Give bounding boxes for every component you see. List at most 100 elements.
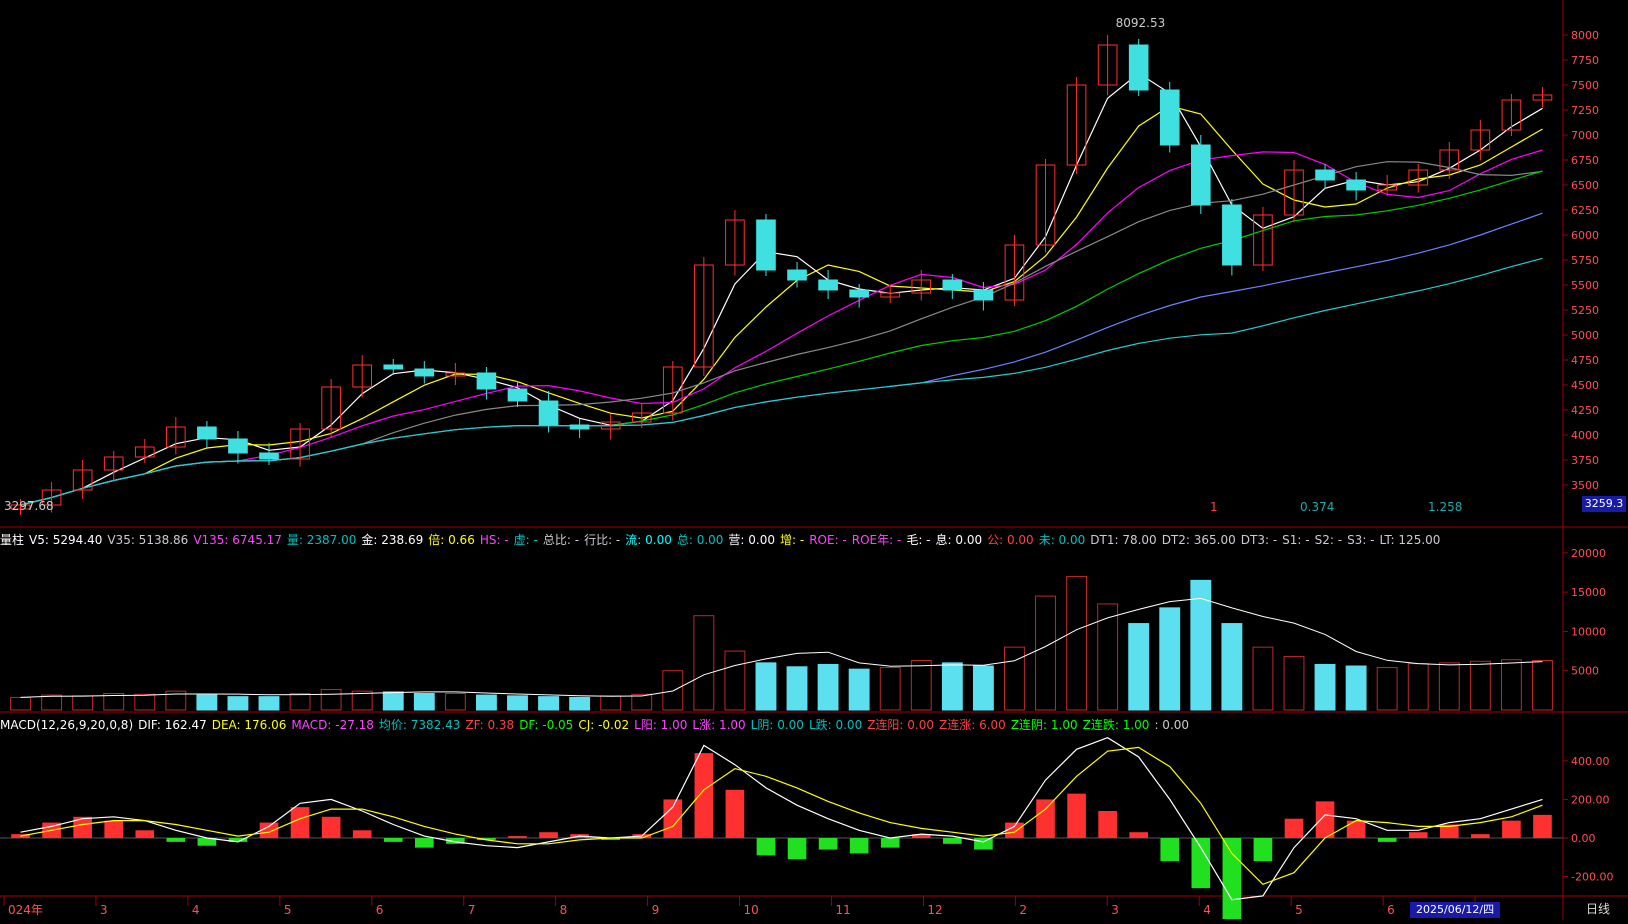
volume-bar bbox=[631, 693, 653, 711]
macd-info-item: DF: -0.05 bbox=[519, 718, 574, 732]
volume-info-item: V135: 6745.17 bbox=[193, 533, 282, 547]
macd-hist-bar bbox=[1377, 838, 1397, 842]
volume-bar bbox=[1438, 662, 1460, 711]
macd-hist-bar bbox=[1098, 811, 1117, 838]
volume-bar bbox=[382, 691, 404, 711]
volume-bar bbox=[72, 695, 94, 711]
volume-bar bbox=[10, 696, 31, 711]
volume-bar bbox=[724, 650, 746, 711]
volume-bar bbox=[1159, 607, 1181, 711]
ma-line-2 bbox=[20, 105, 1543, 506]
volume-info-item: 总: 0.00 bbox=[676, 533, 724, 547]
price-tick-label: 6250 bbox=[1571, 204, 1599, 217]
macd-hist-bar bbox=[290, 807, 310, 838]
macd-hist-bar bbox=[104, 820, 124, 838]
candle-body bbox=[756, 219, 776, 271]
x-axis-label: 8 bbox=[560, 903, 568, 917]
marker-label: 1 bbox=[1210, 500, 1218, 514]
period-label[interactable]: 日线 bbox=[1586, 900, 1610, 917]
macd-dif-line bbox=[20, 737, 1543, 901]
volume-info-item: 行比: - bbox=[584, 533, 621, 547]
price-tick-label: 7250 bbox=[1571, 104, 1599, 117]
volume-bar bbox=[693, 615, 715, 711]
x-axis-label: 5 bbox=[284, 903, 292, 917]
candle-body bbox=[414, 368, 435, 377]
macd-hist-bar bbox=[539, 832, 558, 838]
macd-hist-bar bbox=[1315, 801, 1335, 838]
candle-body bbox=[507, 388, 528, 402]
x-axis-label: 2 bbox=[1019, 903, 1027, 917]
candle-body bbox=[1222, 204, 1242, 266]
macd-info-item: CJ: -0.02 bbox=[578, 718, 630, 732]
volume-bar bbox=[1283, 656, 1305, 711]
macd-hist-bar bbox=[818, 838, 838, 850]
volume-bar bbox=[848, 668, 870, 711]
macd-hist-bar bbox=[943, 838, 962, 844]
volume-info-item: 虚: - bbox=[513, 533, 538, 547]
volume-info-item: 未: 0.00 bbox=[1038, 533, 1086, 547]
volume-tick-label: 5000 bbox=[1571, 665, 1599, 678]
macd-hist-bar bbox=[383, 838, 403, 842]
price-tick-label: 7750 bbox=[1571, 54, 1599, 67]
candle-body bbox=[1315, 169, 1335, 181]
volume-bar bbox=[134, 693, 156, 711]
marker-label: 0.374 bbox=[1300, 500, 1334, 514]
macd-info-bar: MACD(12,26,9,20,0,8) DIF: 162.47 DEA: 176.… bbox=[0, 717, 1580, 733]
chart-svg[interactable]: 8000775075007250700067506500625060005750… bbox=[0, 0, 1628, 920]
price-tick-label: 6000 bbox=[1571, 229, 1599, 242]
volume-info-item: HS: - bbox=[479, 533, 509, 547]
volume-bar bbox=[1035, 595, 1056, 711]
volume-bar bbox=[879, 667, 901, 711]
x-axis-label: 4 bbox=[192, 903, 200, 917]
candle-body bbox=[197, 426, 217, 440]
volume-bar bbox=[600, 695, 622, 711]
candle-body bbox=[787, 269, 807, 281]
macd-info-item: L阴: 0.00 bbox=[750, 718, 804, 732]
volume-bar bbox=[786, 666, 808, 711]
volume-bar bbox=[1004, 646, 1025, 711]
macd-info-item: L涨: 1.00 bbox=[692, 718, 746, 732]
macd-hist-bar bbox=[787, 838, 807, 860]
candle-body bbox=[569, 424, 590, 430]
price-tick-label: 5250 bbox=[1571, 304, 1599, 317]
x-axis-label: 6 bbox=[376, 903, 384, 917]
macd-info-item: L阳: 1.00 bbox=[634, 718, 688, 732]
volume-bar bbox=[1097, 603, 1119, 711]
chart-stage[interactable]: 8000 7750 7500 7250 7000 6750 6500 6250 6000 5750… bbox=[0, 0, 1628, 920]
macd-info-item: DIF: 162.47 bbox=[138, 718, 207, 732]
macd-hist-bar bbox=[1533, 814, 1552, 838]
macd-hist-bar bbox=[1036, 799, 1055, 838]
ma-line-3 bbox=[20, 149, 1543, 506]
volume-bar bbox=[413, 693, 435, 711]
macd-tick-label: -200.00 bbox=[1571, 871, 1613, 884]
low-annotation: 3297.68 bbox=[4, 499, 54, 513]
macd-hist-bar bbox=[1408, 832, 1428, 838]
candle-body bbox=[259, 452, 279, 460]
volume-tick-label: 20000 bbox=[1571, 547, 1606, 560]
volume-bar bbox=[1190, 579, 1212, 711]
macd-tick-label: 200.00 bbox=[1571, 793, 1610, 806]
macd-hist-bar bbox=[1067, 793, 1086, 838]
price-tick-label: 6750 bbox=[1571, 154, 1599, 167]
macd-hist-bar bbox=[1284, 818, 1304, 838]
volume-bar bbox=[1221, 623, 1243, 711]
volume-bar bbox=[444, 693, 466, 711]
macd-hist-bar bbox=[880, 838, 900, 848]
macd-hist-bar bbox=[756, 838, 776, 856]
candle-body bbox=[538, 400, 559, 426]
x-axis-label: 11 bbox=[835, 903, 850, 917]
macd-hist-bar bbox=[1191, 838, 1211, 889]
x-axis-label: 3 bbox=[1111, 903, 1119, 917]
x-axis-label: 5 bbox=[1295, 903, 1303, 917]
candle-body bbox=[818, 279, 838, 291]
macd-hist-bar bbox=[1160, 838, 1180, 862]
macd-hist-bar bbox=[725, 789, 745, 838]
volume-bar bbox=[41, 694, 63, 711]
ma-line-1 bbox=[20, 72, 1543, 506]
x-axis-label: 7 bbox=[468, 903, 476, 917]
macd-info-item: Z连跌: 1.00 bbox=[1082, 718, 1150, 732]
candle-body bbox=[1159, 89, 1180, 146]
volume-info-bar: 量柱 V5: 5294.40 V35: 5138.86 V135: 6745.17 量:… bbox=[0, 532, 1580, 548]
price-tick-label: 6500 bbox=[1571, 179, 1599, 192]
volume-bar bbox=[941, 662, 963, 711]
